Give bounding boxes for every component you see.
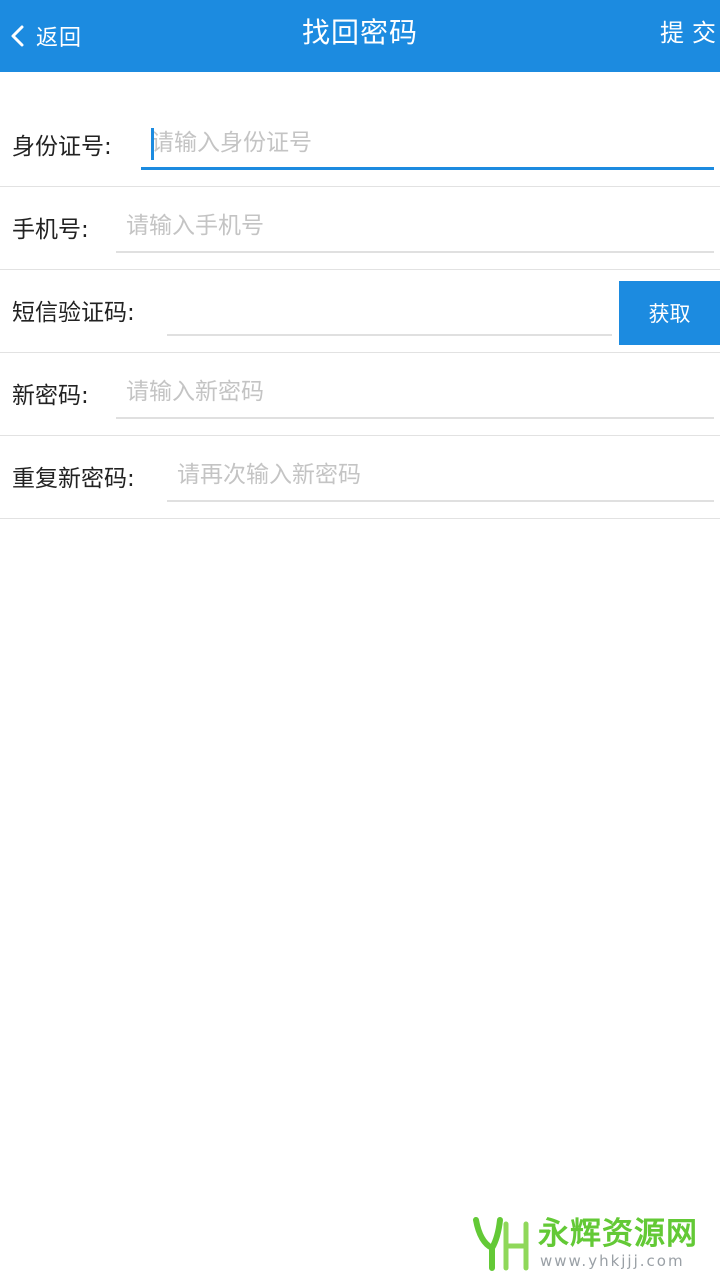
find-password-screen: 返回 找回密码 提交 身份证号: 手机号: 短信验证码: 获取 新密码: 重复新… <box>0 0 720 1280</box>
new-password-row: 新密码: <box>0 353 720 436</box>
watermark-url: www.yhkjjj.com <box>540 1252 685 1270</box>
new-password-input[interactable] <box>116 367 714 419</box>
reset-password-form: 身份证号: 手机号: 短信验证码: 获取 新密码: 重复新密码: <box>0 104 720 519</box>
id-card-label: 身份证号: <box>12 134 112 160</box>
submit-button[interactable]: 提交 <box>660 0 720 66</box>
new-password-label: 新密码: <box>12 383 89 409</box>
phone-input[interactable] <box>116 201 714 253</box>
sms-code-label: 短信验证码: <box>12 300 135 326</box>
id-card-input[interactable] <box>141 118 714 170</box>
phone-label: 手机号: <box>12 217 89 243</box>
get-code-button[interactable]: 获取 <box>619 281 720 345</box>
header-bar: 返回 找回密码 提交 <box>0 0 720 72</box>
repeat-password-row: 重复新密码: <box>0 436 720 519</box>
page-title: 找回密码 <box>301 16 418 49</box>
sms-code-input[interactable] <box>167 284 612 336</box>
yh-logo-icon <box>473 1217 529 1271</box>
phone-row: 手机号: <box>0 187 720 270</box>
watermark-text: 永辉资源网 www.yhkjjj.com <box>538 1216 698 1270</box>
watermark-name: 永辉资源网 <box>538 1216 698 1252</box>
repeat-password-label: 重复新密码: <box>12 466 135 492</box>
repeat-password-input[interactable] <box>167 450 714 502</box>
text-cursor <box>151 128 154 160</box>
sms-code-row: 短信验证码: 获取 <box>0 270 720 353</box>
id-card-row: 身份证号: <box>0 104 720 187</box>
watermark: 永辉资源网 www.yhkjjj.com <box>470 1212 698 1274</box>
